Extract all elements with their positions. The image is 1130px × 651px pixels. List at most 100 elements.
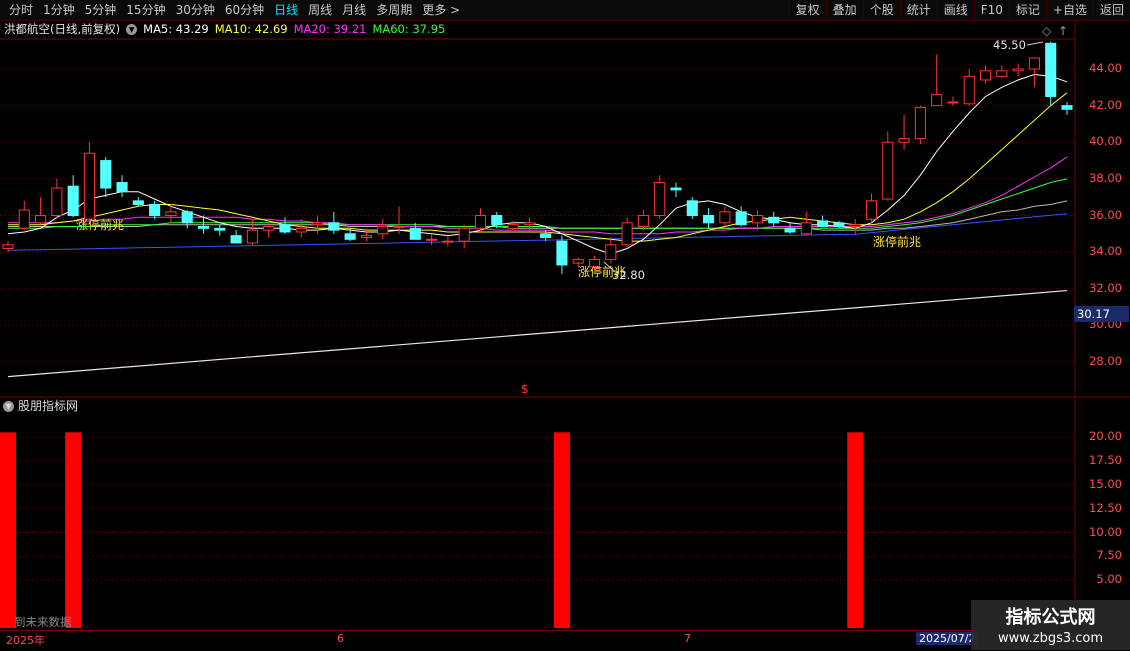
- candle-body: [523, 222, 535, 226]
- date-label-june: 6: [337, 632, 344, 645]
- price-tick-label: 28.00: [1089, 354, 1122, 368]
- candle-body: [800, 222, 812, 235]
- candle-body: [67, 185, 79, 216]
- candle-body: [100, 160, 112, 189]
- candle-body: [35, 215, 47, 224]
- candle-body: [670, 187, 682, 191]
- candle-body: [979, 70, 992, 81]
- candle-body: [1045, 42, 1057, 97]
- candle-body: [246, 229, 258, 244]
- candle-body: [377, 225, 389, 235]
- candle-body: [18, 209, 30, 229]
- ma20-line: [8, 156, 1068, 235]
- candle-body: [507, 224, 519, 229]
- candle-body: [605, 244, 617, 260]
- price-tick-label: 44.00: [1089, 61, 1122, 75]
- indicator-tick-label: 12.50: [1089, 500, 1122, 515]
- candle-body: [295, 227, 307, 233]
- candle-body: [963, 75, 975, 105]
- candle-body: [735, 211, 747, 226]
- date-label-start: 2025年: [6, 634, 45, 647]
- long-ma-line: [7, 289, 1068, 378]
- ma5-line: [7, 73, 1068, 255]
- indicator-tick-label: 20.00: [1089, 429, 1122, 444]
- candle-body: [556, 240, 568, 266]
- candle-body: [996, 70, 1008, 77]
- candle-body: [312, 222, 324, 226]
- price-tick-label: 36.00: [1089, 207, 1122, 222]
- candle-body: [540, 233, 552, 238]
- candle-body: [442, 240, 454, 243]
- signal-bar: [553, 432, 570, 628]
- candle-body: [1012, 68, 1024, 72]
- candle-body: [637, 215, 649, 227]
- candle-body: [344, 233, 356, 240]
- candle-body: [83, 152, 96, 220]
- dollar-marker: $: [521, 382, 529, 396]
- candle-body: [393, 225, 405, 228]
- price-tick-label: 32.00: [1089, 280, 1122, 295]
- limit-up-annotation: 涨停前兆: [76, 218, 125, 232]
- candle-body: [409, 227, 421, 240]
- candle-body: [751, 215, 763, 224]
- candle-body: [328, 222, 340, 231]
- current-price-box: 30.17: [1074, 306, 1129, 322]
- candle-body: [703, 215, 715, 224]
- candle-body: [817, 220, 829, 227]
- low-price-label: 32.80: [612, 268, 645, 282]
- watermark: 指标公式网 www.zbgs3.com: [971, 600, 1130, 650]
- indicator-tick-label: 17.50: [1089, 452, 1122, 467]
- price-tick-label: 34.00: [1089, 244, 1122, 259]
- candle-body: [898, 138, 910, 143]
- price-tick-label: 38.00: [1089, 170, 1122, 185]
- signal-bar: [847, 432, 864, 628]
- candle-body: [1061, 105, 1073, 110]
- candle-body: [491, 215, 503, 226]
- indicator-tick-label: 5.00: [1096, 572, 1122, 587]
- limit-up-annotation: 涨停前兆: [873, 235, 922, 249]
- candle-body: [132, 200, 144, 206]
- indicator-tick-label: 15.00: [1089, 476, 1122, 491]
- candle-body: [914, 106, 926, 140]
- candle-body: [931, 94, 943, 107]
- collapse-icon[interactable]: ▾: [3, 400, 14, 412]
- candle-body: [263, 225, 275, 231]
- candle-body: [360, 235, 372, 238]
- candle-body: [686, 200, 698, 217]
- date-label-july: 7: [684, 632, 691, 645]
- candle-body: [947, 101, 959, 104]
- price-tick-label: 40.00: [1089, 134, 1122, 149]
- candle-body: [214, 227, 226, 231]
- candle-body: [426, 238, 438, 241]
- indicator-title-bar: ▾ 股朋指标网: [0, 397, 78, 415]
- diamond-icon[interactable]: ◇: [1042, 24, 1052, 38]
- candle-body: [149, 204, 161, 216]
- candle-body: [654, 182, 666, 217]
- candle-body: [882, 141, 894, 200]
- signal-bar: [0, 432, 16, 628]
- selected-date: 2025/07/2: [916, 632, 979, 645]
- candle-body: [2, 244, 14, 249]
- watermark-title: 指标公式网: [1005, 607, 1096, 628]
- candle-body: [197, 225, 210, 229]
- arrow-up-icon[interactable]: ↑: [1058, 24, 1068, 38]
- watermark-url: www.zbgs3.com: [997, 631, 1104, 646]
- candle-body: [51, 187, 63, 216]
- candle-body: [230, 235, 242, 244]
- date-axis: 2025年 6 7 2025/07/2: [0, 630, 1075, 651]
- price-chart[interactable]: ◇ ↑: [0, 0, 1130, 630]
- indicator-tick-label: 10.00: [1089, 524, 1122, 539]
- candle-body: [1028, 57, 1040, 70]
- candle-body: [458, 227, 470, 242]
- signal-bar: [65, 432, 82, 628]
- ma60-line: [8, 178, 1068, 229]
- indicator-tick-label: 7.50: [1096, 548, 1122, 563]
- candle-body: [165, 211, 177, 216]
- candle-body: [181, 211, 193, 224]
- candle-body: [719, 211, 731, 224]
- candle-body: [621, 222, 633, 246]
- candle-body: [116, 182, 128, 193]
- price-tick-label: 42.00: [1089, 97, 1122, 112]
- future-data-text: 到未来数据: [14, 615, 72, 629]
- peak-pointer: [1026, 41, 1044, 46]
